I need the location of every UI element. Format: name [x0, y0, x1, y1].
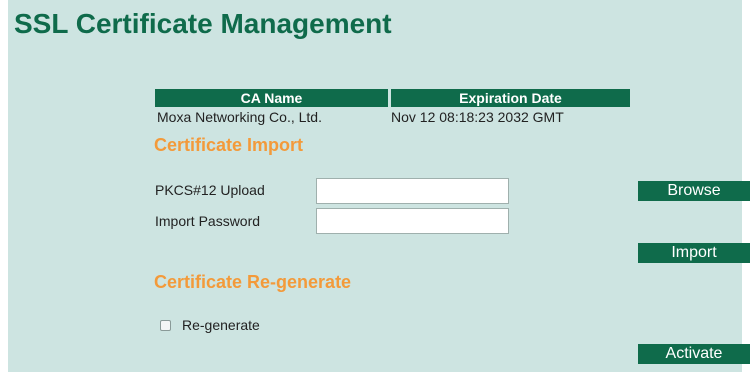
table-row: Moxa Networking Co., Ltd. Nov 12 08:18:2… [155, 107, 630, 127]
activate-button[interactable]: Activate [638, 344, 750, 364]
pkcs12-upload-field[interactable] [316, 178, 509, 204]
import-button[interactable]: Import [638, 243, 750, 263]
certificate-regenerate-title: Certificate Re-generate [154, 272, 352, 292]
column-header-ca-name: CA Name [155, 89, 388, 107]
regenerate-checkbox[interactable] [160, 319, 171, 331]
browse-button[interactable]: Browse [638, 181, 750, 201]
ca-table: CA Name Expiration Date Moxa Networking … [155, 89, 630, 127]
import-password-field[interactable] [316, 208, 509, 234]
import-password-label: Import Password [155, 213, 261, 229]
column-header-expiration-date: Expiration Date [391, 89, 630, 107]
page-title: SSL Certificate Management [14, 8, 392, 39]
regenerate-option[interactable]: Re-generate [160, 317, 260, 333]
regenerate-checkbox-label: Re-generate [182, 317, 260, 333]
pkcs12-upload-label: PKCS#12 Upload [155, 182, 265, 198]
expiration-date-cell: Nov 12 08:18:23 2032 GMT [391, 109, 564, 125]
certificate-import-title: Certificate Import [154, 135, 304, 155]
ca-name-cell: Moxa Networking Co., Ltd. [157, 109, 322, 125]
ca-table-header: CA Name Expiration Date [155, 89, 630, 107]
